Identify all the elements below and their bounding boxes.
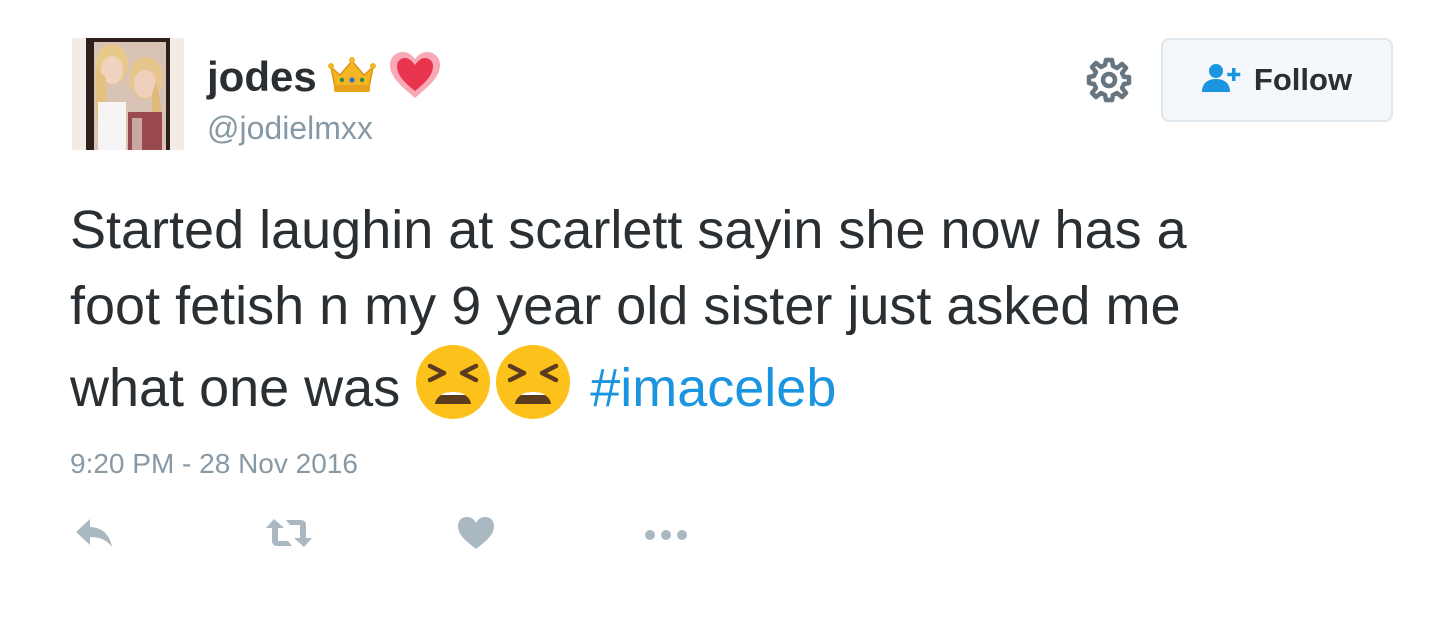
reply-icon[interactable] (74, 515, 114, 556)
retweet-icon[interactable] (264, 515, 314, 556)
user-info: jodes @jodielmxx (207, 46, 443, 146)
tweet-text-line-2: foot fetish n my 9 year old sister just … (70, 276, 1181, 336)
name-row: jodes (207, 46, 443, 108)
follow-label: Follow (1253, 62, 1353, 97)
sparkling-heart-icon (387, 49, 443, 106)
tweet-text-line-3: what one was (70, 358, 401, 418)
timestamp[interactable]: 9:20 PM - 28 Nov 2016 (70, 447, 358, 481)
tweet-text-line-1: Started laughin at scarlett sayin she no… (70, 200, 1187, 260)
crown-icon (327, 55, 377, 100)
tired-face-icon (415, 344, 491, 440)
avatar[interactable] (72, 38, 184, 150)
display-name[interactable]: jodes (207, 46, 317, 108)
tweet-text: Started laughin at scarlett sayin she no… (70, 192, 1370, 440)
more-icon[interactable] (642, 515, 690, 556)
tired-face-icon (495, 344, 571, 440)
follow-button[interactable]: Follow (1161, 38, 1393, 122)
user-handle[interactable]: @jodielmxx (207, 110, 443, 146)
gear-icon[interactable] (1085, 56, 1133, 104)
hashtag-link[interactable]: #imaceleb (590, 358, 836, 418)
avatar-photo (72, 38, 184, 150)
add-user-icon (1201, 62, 1242, 99)
like-icon[interactable] (456, 515, 496, 556)
